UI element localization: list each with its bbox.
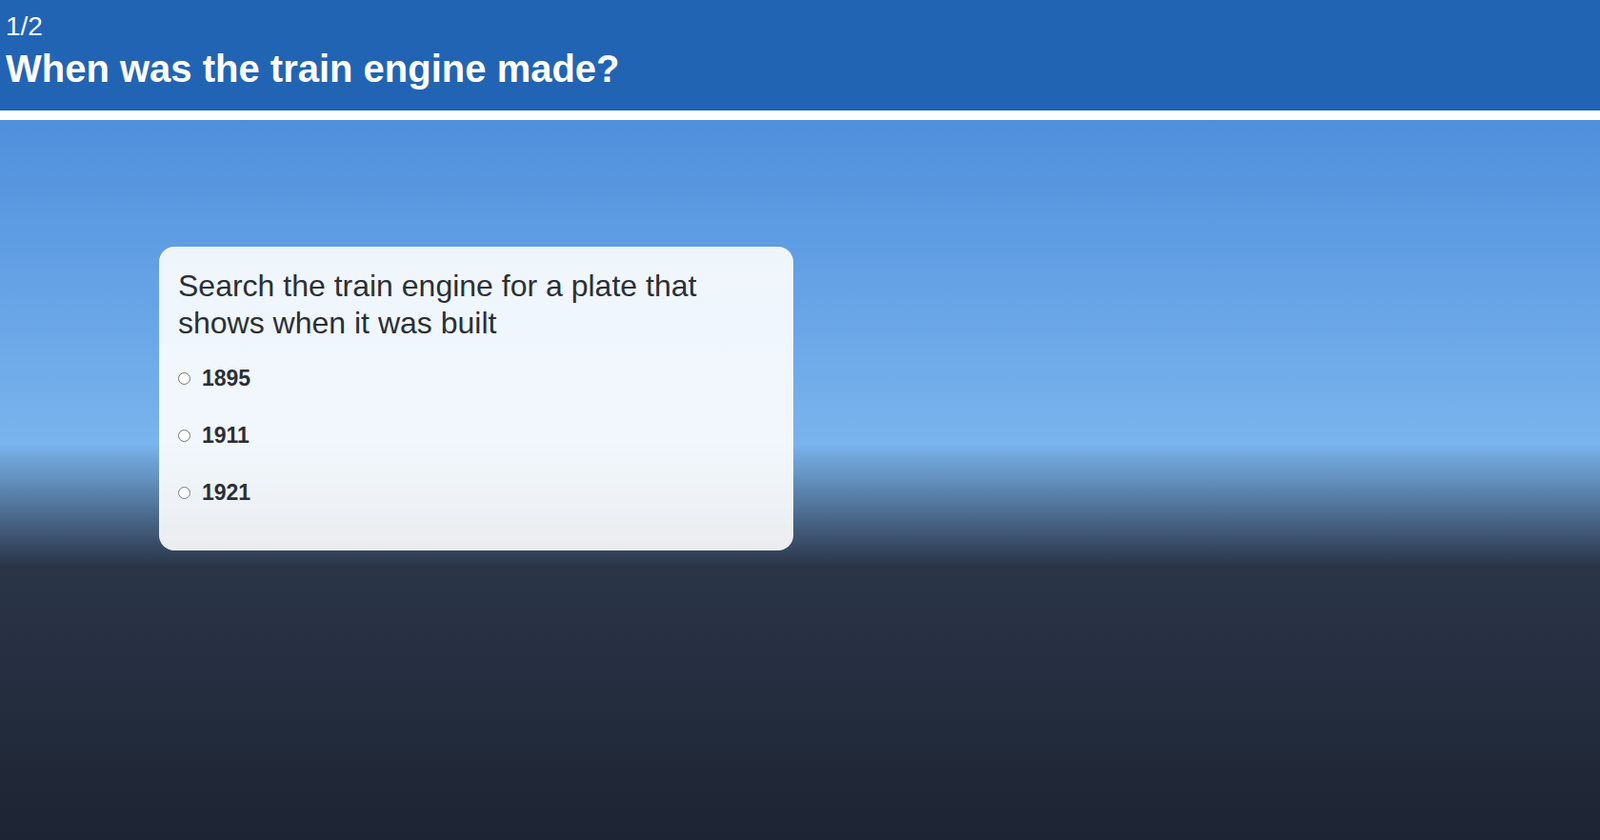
option-label: 1895 xyxy=(201,362,251,394)
header-bar: 1/2When was the train engine made? xyxy=(0,0,1600,111)
option-label: 1921 xyxy=(201,477,251,508)
page-title: When was the train engine made? xyxy=(5,43,1595,94)
question-counter: 1/2 xyxy=(5,9,1595,44)
quiz-page: 1/2When was the train engine made? Search… xyxy=(0,0,1600,840)
options-list: 1895 1911 1921 xyxy=(178,362,775,508)
option-row[interactable]: 1895 xyxy=(178,362,775,394)
question-prompt: Search the train engine for a plate that… xyxy=(178,267,775,342)
option-radio[interactable] xyxy=(178,486,191,500)
header-divider xyxy=(0,110,1600,120)
option-label: 1911 xyxy=(201,420,250,451)
train-photo: Search the train engine for a plate that… xyxy=(0,120,1600,840)
option-radio[interactable] xyxy=(178,429,191,442)
question-card: Search the train engine for a plate that… xyxy=(159,246,794,551)
option-row[interactable]: 1921 xyxy=(178,477,775,508)
option-radio[interactable] xyxy=(178,372,191,385)
option-row[interactable]: 1911 xyxy=(178,420,775,451)
